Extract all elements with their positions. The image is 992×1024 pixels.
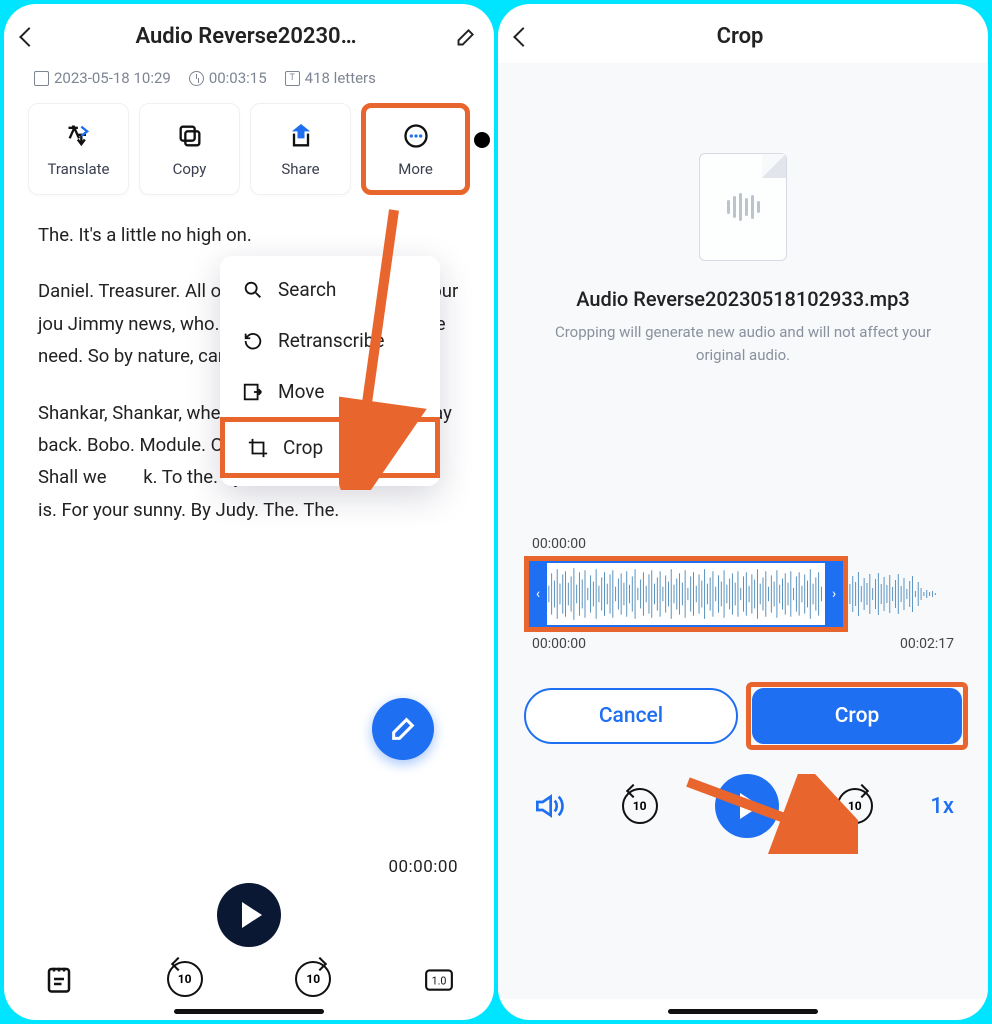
speed-button[interactable]: 1x — [930, 794, 954, 819]
more-label: More — [398, 160, 433, 178]
waveform-svg — [547, 563, 825, 625]
edit-icon[interactable] — [456, 27, 476, 47]
copy-button[interactable]: Copy — [139, 103, 240, 195]
svg-text:1.0: 1.0 — [432, 974, 447, 987]
crop-handle-right[interactable]: › — [825, 561, 843, 627]
copy-icon — [176, 122, 204, 150]
edit-fab[interactable] — [372, 698, 434, 760]
playback-time: 00:00:00 — [4, 857, 494, 883]
translate-label: Translate — [47, 160, 109, 178]
crop-end-bot: 00:02:17 — [900, 636, 954, 652]
page-title: Crop — [530, 24, 950, 49]
skip-back-button[interactable]: 10 — [167, 961, 203, 997]
clock-icon — [189, 71, 204, 86]
meta-letters: 418 letters — [305, 69, 376, 87]
copy-label: Copy — [173, 160, 207, 178]
move-icon — [242, 381, 264, 403]
text-icon: T — [285, 71, 300, 86]
page-title: Audio Reverse20230… — [36, 24, 456, 49]
share-button[interactable]: Share — [250, 103, 351, 195]
crop-icon — [247, 437, 269, 459]
share-label: Share — [281, 160, 319, 178]
play-button[interactable] — [217, 883, 281, 947]
transcript-screen: Audio Reverse20230… 2023-05-18 10:29 00:… — [4, 4, 494, 1020]
more-icon — [402, 122, 430, 150]
crop-body: Audio Reverse20230518102933.mp3 Cropping… — [498, 63, 988, 999]
home-indicator — [668, 1009, 818, 1014]
bottom-controls: 10 10 1.0 — [4, 957, 494, 999]
meta-duration: 00:03:15 — [209, 69, 267, 87]
skip-fwd-button[interactable]: 10 — [295, 961, 331, 997]
speed-icon[interactable]: 1.0 — [424, 964, 454, 994]
crop-button[interactable]: Crop — [752, 688, 962, 744]
file-subtitle: Cropping will generate new audio and wil… — [524, 321, 962, 366]
button-row: Cancel Crop — [524, 688, 962, 744]
file-name: Audio Reverse20230518102933.mp3 — [576, 287, 909, 311]
notes-icon[interactable] — [44, 964, 74, 994]
waveform-editor: 00:00:00 ‹ — [524, 536, 962, 652]
crop-start-top: 00:00:00 — [532, 536, 586, 552]
more-button[interactable]: More — [361, 103, 470, 195]
file-icon — [699, 153, 787, 261]
header: Crop — [498, 4, 988, 63]
home-indicator — [174, 1009, 324, 1014]
meta-row: 2023-05-18 10:29 00:03:15 T 418 letters — [4, 63, 494, 103]
action-grid: Translate Copy Share More — [4, 103, 494, 201]
annotation-arrow — [339, 200, 429, 490]
translate-icon — [65, 122, 93, 150]
pencil-icon — [389, 715, 417, 743]
crop-screen: Crop Audio Reverse20230518102933.mp3 Cro… — [498, 4, 988, 1020]
waveform-svg — [848, 564, 962, 624]
crop-start-bot: 00:00:00 — [532, 636, 586, 652]
translate-button[interactable]: Translate — [28, 103, 129, 195]
volume-icon[interactable] — [532, 790, 564, 822]
annotation-arrow — [678, 774, 858, 854]
waveform-icon — [727, 193, 760, 221]
meta-date: 2023-05-18 10:29 — [54, 69, 171, 87]
waveform-selected[interactable] — [547, 561, 825, 627]
waveform-unselected[interactable] — [848, 564, 962, 624]
retranscribe-icon — [242, 330, 264, 352]
cancel-button[interactable]: Cancel — [524, 688, 738, 744]
header: Audio Reverse20230… — [4, 4, 494, 63]
search-icon — [242, 279, 264, 301]
scrollbar-thumb[interactable] — [474, 132, 490, 148]
crop-handle-left[interactable]: ‹ — [529, 561, 547, 627]
share-icon — [287, 122, 315, 150]
skip-back-button[interactable]: 10 — [622, 788, 658, 824]
calendar-icon — [34, 71, 49, 86]
crop-selection: ‹ › — [524, 556, 848, 632]
